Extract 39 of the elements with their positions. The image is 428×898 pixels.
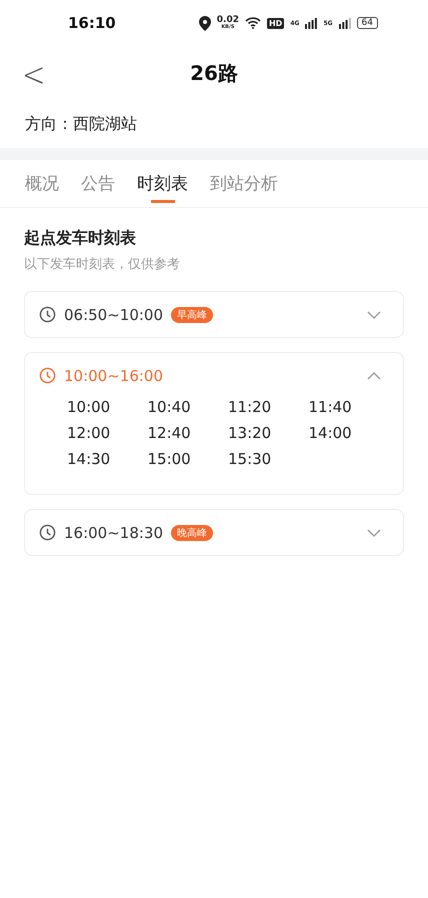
departure-time: 15:30: [228, 450, 272, 468]
signal-icon: [338, 18, 351, 28]
period-card[interactable]: 16:00~18:30 晚高峰: [24, 509, 404, 556]
direction-label: 方向：西院湖站: [25, 114, 137, 134]
departure-time: 12:00: [67, 424, 112, 442]
status-time: 16:10: [68, 14, 116, 32]
clock-icon: [39, 367, 56, 384]
hd-indicator: HD: [266, 18, 284, 28]
back-button[interactable]: <: [18, 54, 50, 94]
departure-time: 11:40: [308, 398, 353, 416]
peak-tag: 早高峰: [171, 306, 214, 322]
period-card[interactable]: 10:00~16:00 10:00 10:40 11:20 11:40 12:00 12:40 13:20 14:00 14:30 15:00 15:30: [24, 352, 404, 495]
departure-time: 14:30: [67, 450, 112, 468]
clock-icon: [39, 524, 56, 541]
page-title: 26路: [190, 60, 238, 86]
tab[interactable]: 时刻表: [137, 160, 188, 207]
chevron-down-icon[interactable]: [367, 528, 381, 536]
battery-level: 64: [356, 17, 378, 29]
time-range: 16:00~18:30: [64, 524, 164, 542]
signal-icon: [305, 18, 318, 28]
chevron-down-icon[interactable]: [367, 310, 381, 318]
time-range: 06:50~10:00: [64, 306, 164, 324]
period-card[interactable]: 06:50~10:00 早高峰: [24, 291, 404, 338]
location-icon: [198, 16, 211, 30]
time-range: 10:00~16:00: [64, 366, 164, 384]
departure-time: 14:00: [308, 424, 353, 442]
departure-time: 12:40: [148, 424, 192, 442]
clock-icon: [39, 306, 56, 323]
peak-tag: 晚高峰: [171, 524, 214, 540]
departure-time: 15:00: [148, 450, 192, 468]
chevron-up-icon[interactable]: [367, 372, 381, 380]
section-subtitle: 以下发车时刻表，仅供参考: [24, 256, 181, 273]
section-title: 起点发车时刻表: [24, 228, 137, 249]
departure-time: 13:20: [228, 424, 272, 442]
departure-time: 10:00: [67, 398, 112, 416]
departure-time: 11:20: [228, 398, 272, 416]
network-speed: 0.02: [216, 16, 239, 25]
departure-time: 10:40: [148, 398, 192, 416]
wifi-icon: [244, 17, 261, 29]
